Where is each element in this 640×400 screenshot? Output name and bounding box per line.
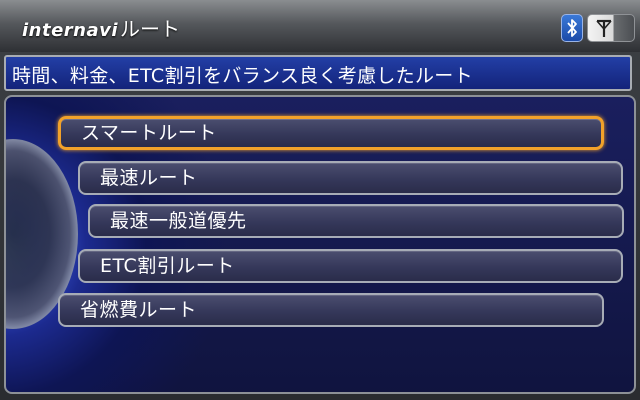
bluetooth-icon (561, 14, 583, 42)
title-bar: internavi ルート (0, 0, 640, 52)
route-option-etc-discount[interactable]: ETC割引ルート (78, 249, 623, 283)
route-menu-panel: スマートルート 最速ルート 最速一般道優先 ETC割引ルート 省燃費ルート (4, 95, 636, 394)
screen-title-text: ルート (120, 17, 181, 41)
brand-logo: internavi (22, 20, 119, 41)
route-option-fastest-local-roads[interactable]: 最速一般道優先 (88, 204, 624, 238)
status-icons (561, 14, 635, 42)
antenna-signal-icon (587, 14, 635, 42)
screen-title: internavi ルート (22, 13, 180, 43)
route-option-fuel-saving[interactable]: 省燃費ルート (58, 293, 604, 327)
route-description-banner: 時間、料金、ETC割引をバランス良く考慮したルート (4, 55, 632, 91)
route-option-smart[interactable]: スマートルート (58, 116, 604, 150)
route-description-text: 時間、料金、ETC割引をバランス良く考慮したルート (12, 65, 473, 87)
route-option-fastest[interactable]: 最速ルート (78, 161, 623, 195)
